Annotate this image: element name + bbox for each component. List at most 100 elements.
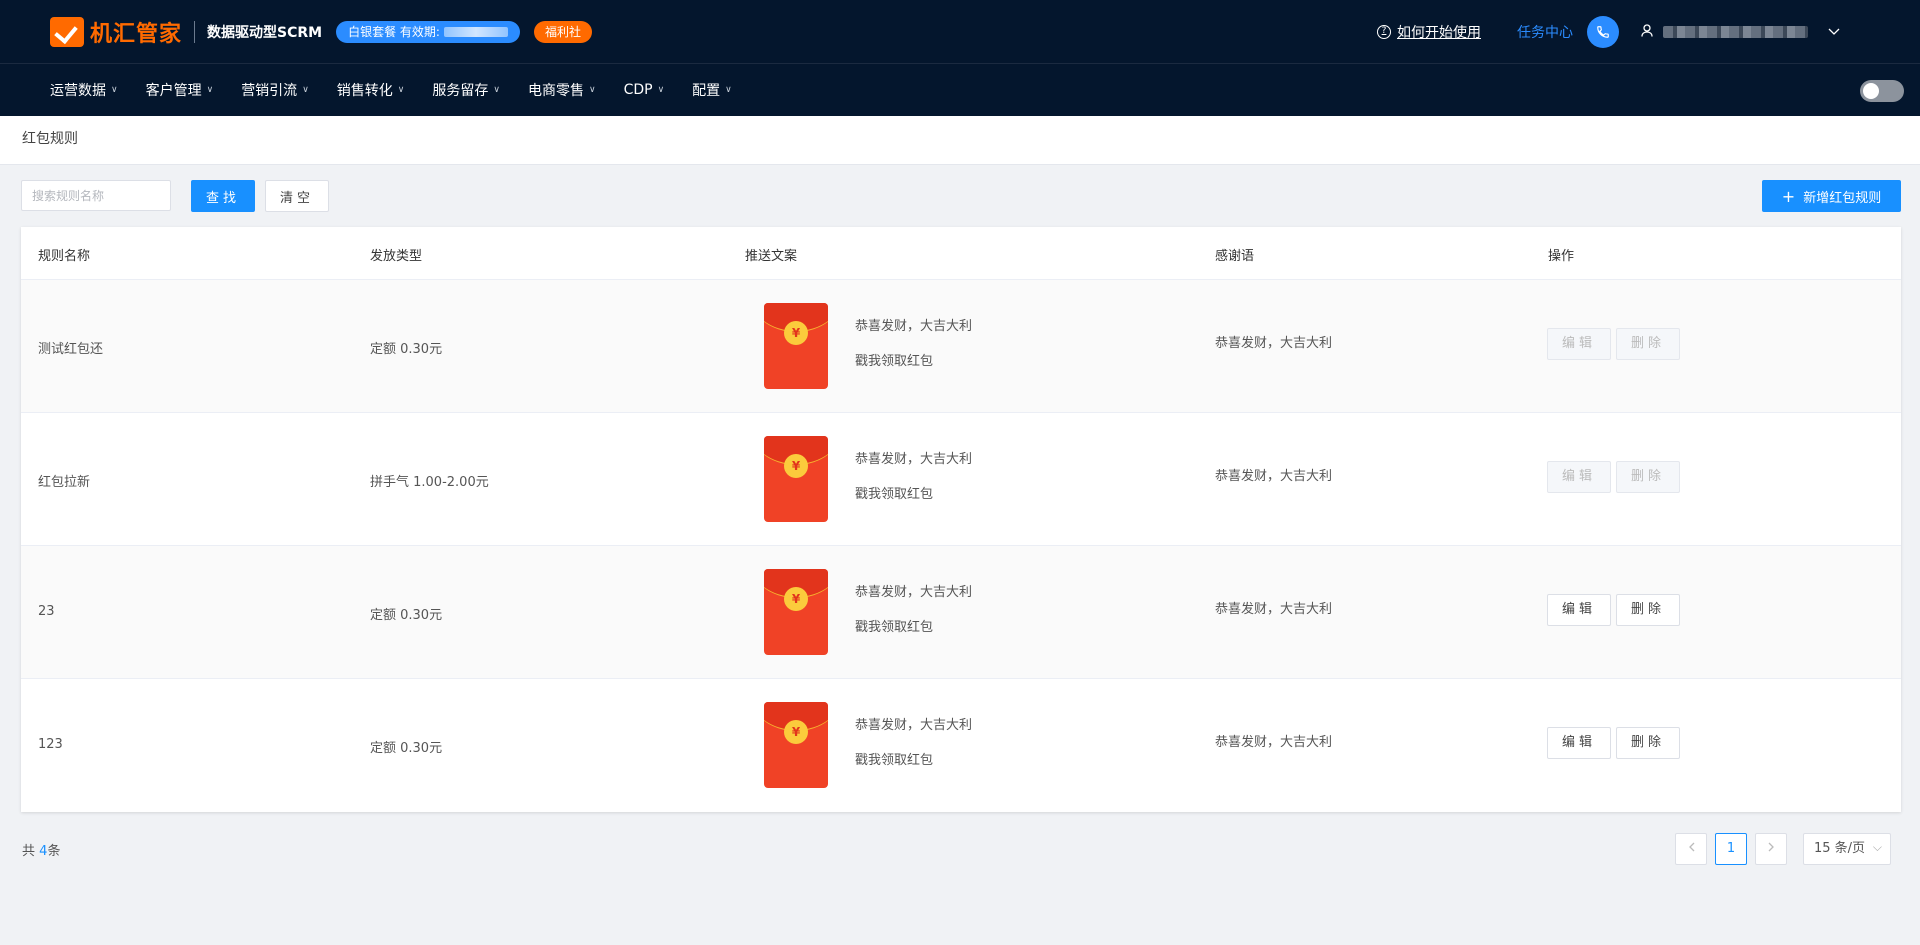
package-expiry-redacted bbox=[443, 26, 508, 37]
thanks-text: 恭喜发财，大吉大利 bbox=[1215, 735, 1333, 750]
clear-button[interactable]: 清空 bbox=[265, 180, 329, 212]
plus-icon: + bbox=[1781, 186, 1796, 206]
chevron-down-icon: ∨ bbox=[302, 85, 309, 95]
chevron-down-icon: ∨ bbox=[725, 85, 732, 95]
rule-type: 定额 0.30元 bbox=[370, 608, 443, 623]
edit-button[interactable]: 编辑 bbox=[1547, 727, 1611, 759]
rule-name: 23 bbox=[38, 604, 55, 619]
coin-icon: ¥ bbox=[784, 587, 808, 611]
nav-item-ecommerce[interactable]: 电商零售 ∨ bbox=[528, 80, 596, 100]
delete-button[interactable]: 删除 bbox=[1616, 594, 1680, 626]
column-header: 发放类型 bbox=[370, 249, 423, 264]
nav-item-operation-data[interactable]: 运营数据 ∨ bbox=[50, 80, 118, 100]
top-header: 机汇管家 数据驱动型SCRM 白银套餐 有效期: 福利社 ? 如何开始使用 任务… bbox=[0, 0, 1920, 64]
help-link[interactable]: ? 如何开始使用 bbox=[1377, 22, 1481, 42]
rules-table: 规则名称 发放类型 推送文案 感谢语 操作 测试红包还 定额 0.30元 ¥ 恭… bbox=[21, 227, 1901, 812]
add-rule-label: 新增红包规则 bbox=[1803, 190, 1882, 206]
nav-label: 运营数据 bbox=[50, 83, 106, 99]
nav-label: 客户管理 bbox=[145, 83, 202, 99]
logo-icon bbox=[50, 16, 84, 47]
table-header: 规则名称 发放类型 推送文案 感谢语 操作 bbox=[21, 227, 1901, 280]
push-title: 恭喜发财，大吉大利 bbox=[855, 718, 973, 733]
nav-item-customer-management[interactable]: 客户管理 ∨ bbox=[146, 80, 214, 100]
nav-item-marketing[interactable]: 营销引流 ∨ bbox=[241, 80, 309, 100]
header-right: ? 如何开始使用 任务中心 bbox=[1377, 0, 1840, 64]
chevron-down-icon[interactable] bbox=[1828, 24, 1840, 40]
table-row: 红包拉新 拼手气 1.00-2.00元 ¥ 恭喜发财，大吉大利 戳我领取红包 恭… bbox=[21, 413, 1901, 546]
nav-label: 营销引流 bbox=[241, 83, 298, 99]
user-glyph bbox=[1641, 23, 1653, 37]
chevron-down-icon: ∨ bbox=[493, 85, 500, 95]
coin-icon: ¥ bbox=[784, 321, 808, 345]
phone-icon[interactable] bbox=[1587, 16, 1619, 48]
toolbar: 查找 清空 + 新增红包规则 bbox=[0, 165, 1920, 227]
page-title: 红包规则 bbox=[0, 116, 1920, 165]
prev-page-button[interactable] bbox=[1675, 833, 1707, 865]
push-subtitle: 戳我领取红包 bbox=[855, 753, 934, 768]
logo-subtitle: 数据驱动型SCRM bbox=[207, 24, 323, 41]
push-subtitle: 戳我领取红包 bbox=[855, 487, 934, 502]
table-row: 123 定额 0.30元 ¥ 恭喜发财，大吉大利 戳我领取红包 恭喜发财，大吉大… bbox=[21, 679, 1901, 812]
rule-name: 红包拉新 bbox=[38, 475, 91, 490]
next-page-button[interactable] bbox=[1755, 833, 1787, 865]
rule-name: 测试红包还 bbox=[38, 342, 104, 357]
rule-type: 定额 0.30元 bbox=[370, 741, 443, 756]
nav-item-cdp[interactable]: CDP ∨ bbox=[624, 82, 665, 98]
nav-label: 销售转化 bbox=[336, 83, 393, 99]
delete-button[interactable]: 删除 bbox=[1616, 328, 1680, 360]
total-prefix: 共 bbox=[22, 844, 36, 859]
logo[interactable]: 机汇管家 数据驱动型SCRM bbox=[50, 16, 322, 48]
chevron-glyph bbox=[1828, 28, 1840, 35]
nav-label: 电商零售 bbox=[527, 83, 584, 99]
theme-toggle[interactable] bbox=[1860, 80, 1904, 102]
delete-button[interactable]: 删除 bbox=[1616, 727, 1680, 759]
nav-label: 配置 bbox=[692, 83, 721, 99]
rule-type: 定额 0.30元 bbox=[370, 342, 443, 357]
column-header: 感谢语 bbox=[1215, 249, 1255, 264]
chevron-down-icon: ∨ bbox=[111, 85, 118, 95]
column-header: 规则名称 bbox=[38, 249, 91, 264]
edit-button[interactable]: 编辑 bbox=[1547, 461, 1611, 493]
push-title: 恭喜发财，大吉大利 bbox=[855, 452, 973, 467]
user-icon bbox=[1641, 23, 1653, 41]
red-envelope-icon: ¥ bbox=[764, 569, 828, 655]
main-nav: 运营数据 ∨ 客户管理 ∨ 营销引流 ∨ 销售转化 ∨ 服务留存 ∨ 电商零售 ∨ CDP ∨… bbox=[0, 64, 1920, 116]
push-subtitle: 戳我领取红包 bbox=[855, 620, 934, 635]
nav-item-config[interactable]: 配置 ∨ bbox=[692, 80, 732, 100]
column-header: 操作 bbox=[1548, 249, 1575, 264]
package-badge[interactable]: 白银套餐 有效期: bbox=[336, 20, 520, 43]
nav-item-sales[interactable]: 销售转化 ∨ bbox=[337, 80, 405, 100]
help-label: 如何开始使用 bbox=[1397, 25, 1481, 41]
edit-button[interactable]: 编辑 bbox=[1547, 328, 1611, 360]
logo-text: 机汇管家 bbox=[90, 21, 183, 47]
page-number[interactable]: 1 bbox=[1715, 833, 1747, 865]
push-subtitle: 戳我领取红包 bbox=[855, 354, 934, 369]
chevron-right-icon bbox=[1768, 842, 1774, 852]
chevron-down-icon: ∨ bbox=[588, 85, 596, 95]
thanks-text: 恭喜发财，大吉大利 bbox=[1215, 469, 1333, 484]
red-envelope-icon: ¥ bbox=[764, 436, 828, 522]
edit-button[interactable]: 编辑 bbox=[1547, 594, 1611, 626]
search-input[interactable] bbox=[21, 180, 171, 211]
delete-button[interactable]: 删除 bbox=[1616, 461, 1680, 493]
logo-divider bbox=[194, 20, 196, 43]
thanks-text: 恭喜发财，大吉大利 bbox=[1215, 336, 1333, 351]
chevron-down-icon: ∨ bbox=[206, 85, 214, 95]
page-size-select[interactable]: 15 条/页 bbox=[1803, 832, 1891, 865]
welfare-badge[interactable]: 福利社 bbox=[533, 20, 592, 43]
nav-label: 服务留存 bbox=[432, 83, 489, 99]
phone-glyph bbox=[1597, 26, 1609, 38]
red-envelope-icon: ¥ bbox=[764, 303, 828, 389]
nav-item-service[interactable]: 服务留存 ∨ bbox=[432, 80, 500, 100]
task-center-link[interactable]: 任务中心 bbox=[1517, 22, 1573, 42]
add-rule-button[interactable]: + 新增红包规则 bbox=[1762, 180, 1901, 212]
coin-icon: ¥ bbox=[784, 454, 808, 478]
total-suffix: 条 bbox=[47, 844, 61, 859]
chevron-down-icon: ∨ bbox=[397, 85, 405, 95]
rule-name: 123 bbox=[38, 737, 63, 752]
chevron-left-icon bbox=[1688, 842, 1694, 852]
question-icon: ? bbox=[1377, 25, 1391, 39]
column-header: 推送文案 bbox=[745, 249, 798, 264]
chevron-down-icon: ∨ bbox=[657, 85, 665, 95]
search-button[interactable]: 查找 bbox=[191, 180, 255, 212]
